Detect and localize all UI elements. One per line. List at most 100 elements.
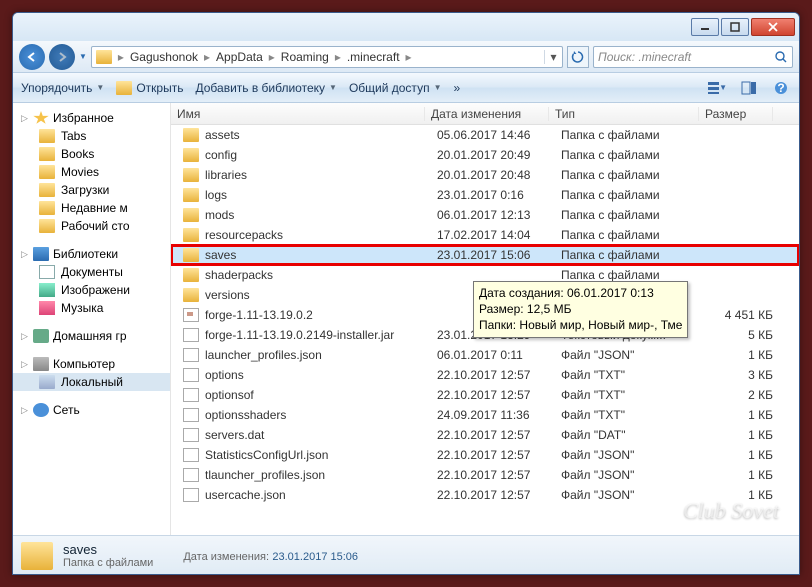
file-size: 1 КБ — [705, 348, 779, 362]
sidebar-item[interactable]: Музыка — [13, 299, 170, 317]
file-type: Папка с файлами — [555, 148, 705, 162]
file-row[interactable]: saves23.01.2017 15:06Папка с файлами — [171, 245, 799, 265]
sidebar-item[interactable]: Movies — [13, 163, 170, 181]
minimize-button[interactable] — [691, 18, 719, 36]
status-date-label: Дата изменения: — [183, 551, 269, 563]
file-row[interactable]: StatisticsConfigUrl.json22.10.2017 12:57… — [171, 445, 799, 465]
file-row[interactable]: usercache.json22.10.2017 12:57Файл "JSON… — [171, 485, 799, 505]
view-icon[interactable]: ▼ — [707, 78, 727, 98]
maximize-button[interactable] — [721, 18, 749, 36]
folder-icon — [183, 248, 199, 262]
file-name: saves — [205, 248, 236, 262]
address-dropdown[interactable]: ▾ — [544, 50, 562, 64]
column-name[interactable]: Имя — [171, 107, 425, 121]
chevron-right-icon[interactable]: ▸ — [404, 50, 414, 64]
file-date: 22.10.2017 12:57 — [431, 428, 555, 442]
file-name: shaderpacks — [205, 268, 273, 282]
sidebar-computer[interactable]: ▷Компьютер — [13, 355, 170, 373]
file-type: Папка с файлами — [555, 268, 705, 282]
help-icon[interactable]: ? — [771, 78, 791, 98]
sidebar-network[interactable]: ▷Сеть — [13, 401, 170, 419]
add-library-button[interactable]: Добавить в библиотеку▼ — [195, 81, 336, 95]
file-icon — [183, 448, 199, 462]
file-name: forge-1.11-13.19.0.2149-installer.jar — [205, 328, 394, 342]
file-type: Папка с файлами — [555, 228, 705, 242]
sidebar-item[interactable]: Tabs — [13, 127, 170, 145]
file-row[interactable]: assets05.06.2017 14:46Папка с файлами — [171, 125, 799, 145]
file-name: forge-1.11-13.19.0.2 — [205, 308, 313, 322]
computer-icon — [33, 357, 49, 371]
folder-icon — [39, 165, 55, 179]
file-name: config — [205, 148, 237, 162]
toolbar: Упорядочить▼ Открыть Добавить в библиоте… — [13, 73, 799, 103]
file-row[interactable]: optionsshaders24.09.2017 11:36Файл "TXT"… — [171, 405, 799, 425]
folder-icon — [183, 128, 199, 142]
file-list[interactable]: Имя Дата изменения Тип Размер assets05.0… — [171, 103, 799, 535]
file-row[interactable]: options22.10.2017 12:57Файл "TXT"3 КБ — [171, 365, 799, 385]
search-placeholder: Поиск: .minecraft — [598, 50, 691, 64]
column-date[interactable]: Дата изменения — [425, 107, 549, 121]
file-name: options — [205, 368, 244, 382]
documents-icon — [39, 265, 55, 279]
file-date: 05.06.2017 14:46 — [431, 128, 555, 142]
file-icon — [183, 388, 199, 402]
music-icon — [39, 301, 55, 315]
file-row[interactable]: tlauncher_profiles.json22.10.2017 12:57Ф… — [171, 465, 799, 485]
file-row[interactable]: resourcepacks17.02.2017 14:04Папка с фай… — [171, 225, 799, 245]
chevron-right-icon[interactable]: ▸ — [267, 50, 277, 64]
chevron-right-icon[interactable]: ▸ — [116, 50, 126, 64]
more-button[interactable]: » — [453, 81, 460, 95]
column-size[interactable]: Размер — [699, 107, 773, 121]
file-type: Папка с файлами — [555, 208, 705, 222]
sidebar-item[interactable]: Документы — [13, 263, 170, 281]
sidebar-item[interactable]: Локальный — [13, 373, 170, 391]
organize-button[interactable]: Упорядочить▼ — [21, 81, 104, 95]
search-input[interactable]: Поиск: .minecraft — [593, 46, 793, 68]
file-size: 5 КБ — [705, 328, 779, 342]
sidebar-item[interactable]: Books — [13, 145, 170, 163]
share-button[interactable]: Общий доступ▼ — [349, 81, 442, 95]
file-size: 3 КБ — [705, 368, 779, 382]
folder-icon — [183, 208, 199, 222]
status-type: Папка с файлами — [63, 557, 153, 569]
file-size: 1 КБ — [705, 428, 779, 442]
file-row[interactable]: logs23.01.2017 0:16Папка с файлами — [171, 185, 799, 205]
sidebar-item[interactable]: Изображени — [13, 281, 170, 299]
breadcrumb-item[interactable]: .minecraft — [343, 50, 404, 64]
breadcrumb-item[interactable]: Gagushonok — [126, 50, 202, 64]
file-icon — [183, 468, 199, 482]
forward-button[interactable] — [49, 44, 75, 70]
refresh-button[interactable] — [567, 46, 589, 68]
sidebar-item[interactable]: Рабочий сто — [13, 217, 170, 235]
preview-pane-icon[interactable] — [739, 78, 759, 98]
file-type: Файл "JSON" — [555, 488, 705, 502]
sidebar-item[interactable]: Недавние м — [13, 199, 170, 217]
sidebar-libraries[interactable]: ▷Библиотеки — [13, 245, 170, 263]
file-type: Файл "TXT" — [555, 408, 705, 422]
address-bar[interactable]: ▸ Gagushonok ▸ AppData ▸ Roaming ▸ .mine… — [91, 46, 563, 68]
chevron-right-icon[interactable]: ▸ — [333, 50, 343, 64]
file-row[interactable]: optionsof22.10.2017 12:57Файл "TXT"2 КБ — [171, 385, 799, 405]
sidebar-favorites[interactable]: ▷Избранное — [13, 109, 170, 127]
close-button[interactable] — [751, 18, 795, 36]
file-icon — [183, 328, 199, 342]
file-row[interactable]: mods06.01.2017 12:13Папка с файлами — [171, 205, 799, 225]
sidebar-homegroup[interactable]: ▷Домашняя гр — [13, 327, 170, 345]
titlebar[interactable] — [13, 13, 799, 41]
column-type[interactable]: Тип — [549, 107, 699, 121]
file-row[interactable]: launcher_profiles.json06.01.2017 0:11Фай… — [171, 345, 799, 365]
file-date: 22.10.2017 12:57 — [431, 468, 555, 482]
breadcrumb-item[interactable]: Roaming — [277, 50, 333, 64]
file-row[interactable]: config20.01.2017 20:49Папка с файлами — [171, 145, 799, 165]
sidebar-item[interactable]: Загрузки — [13, 181, 170, 199]
chevron-right-icon[interactable]: ▸ — [202, 50, 212, 64]
file-row[interactable]: libraries20.01.2017 20:48Папка с файлами — [171, 165, 799, 185]
file-name: tlauncher_profiles.json — [205, 468, 325, 482]
history-dropdown[interactable]: ▼ — [79, 52, 87, 61]
file-type: Папка с файлами — [555, 168, 705, 182]
open-button[interactable]: Открыть — [116, 81, 183, 95]
file-row[interactable]: servers.dat22.10.2017 12:57Файл "DAT"1 К… — [171, 425, 799, 445]
status-date-value: 23.01.2017 15:06 — [272, 551, 358, 563]
back-button[interactable] — [19, 44, 45, 70]
breadcrumb-item[interactable]: AppData — [212, 50, 267, 64]
